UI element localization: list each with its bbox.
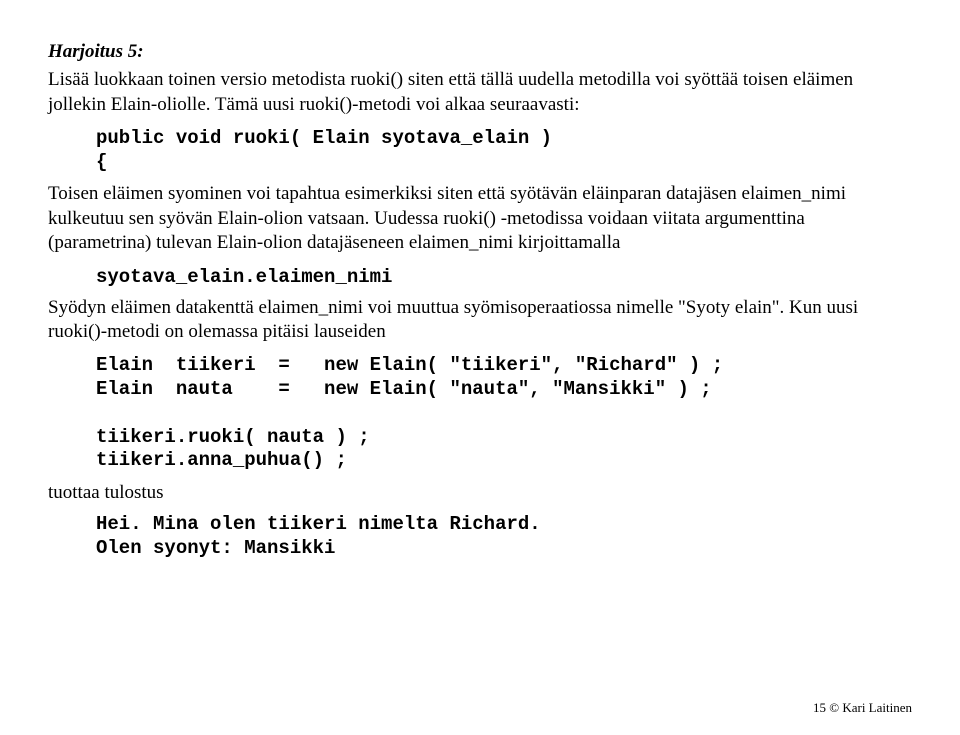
exercise-heading: Harjoitus 5: (48, 40, 912, 64)
code-block-2: Elain tiikeri = new Elain( "tiikeri", "R… (96, 354, 912, 473)
paragraph-3: Syödyn eläimen datakenttä elaimen_nimi v… (48, 296, 912, 345)
paragraph-4: tuottaa tulostus (48, 481, 912, 505)
paragraph-2: Toisen eläimen syominen voi tapahtua esi… (48, 182, 912, 255)
code-block-1: public void ruoki( Elain syotava_elain )… (96, 127, 912, 175)
paragraph-1: Lisää luokkaan toinen versio metodista r… (48, 68, 912, 117)
code-inline-1: syotava_elain.elaimen_nimi (96, 265, 912, 289)
code-block-3: Hei. Mina olen tiikeri nimelta Richard. … (96, 513, 912, 561)
page-footer: 15 © Kari Laitinen (813, 700, 912, 717)
